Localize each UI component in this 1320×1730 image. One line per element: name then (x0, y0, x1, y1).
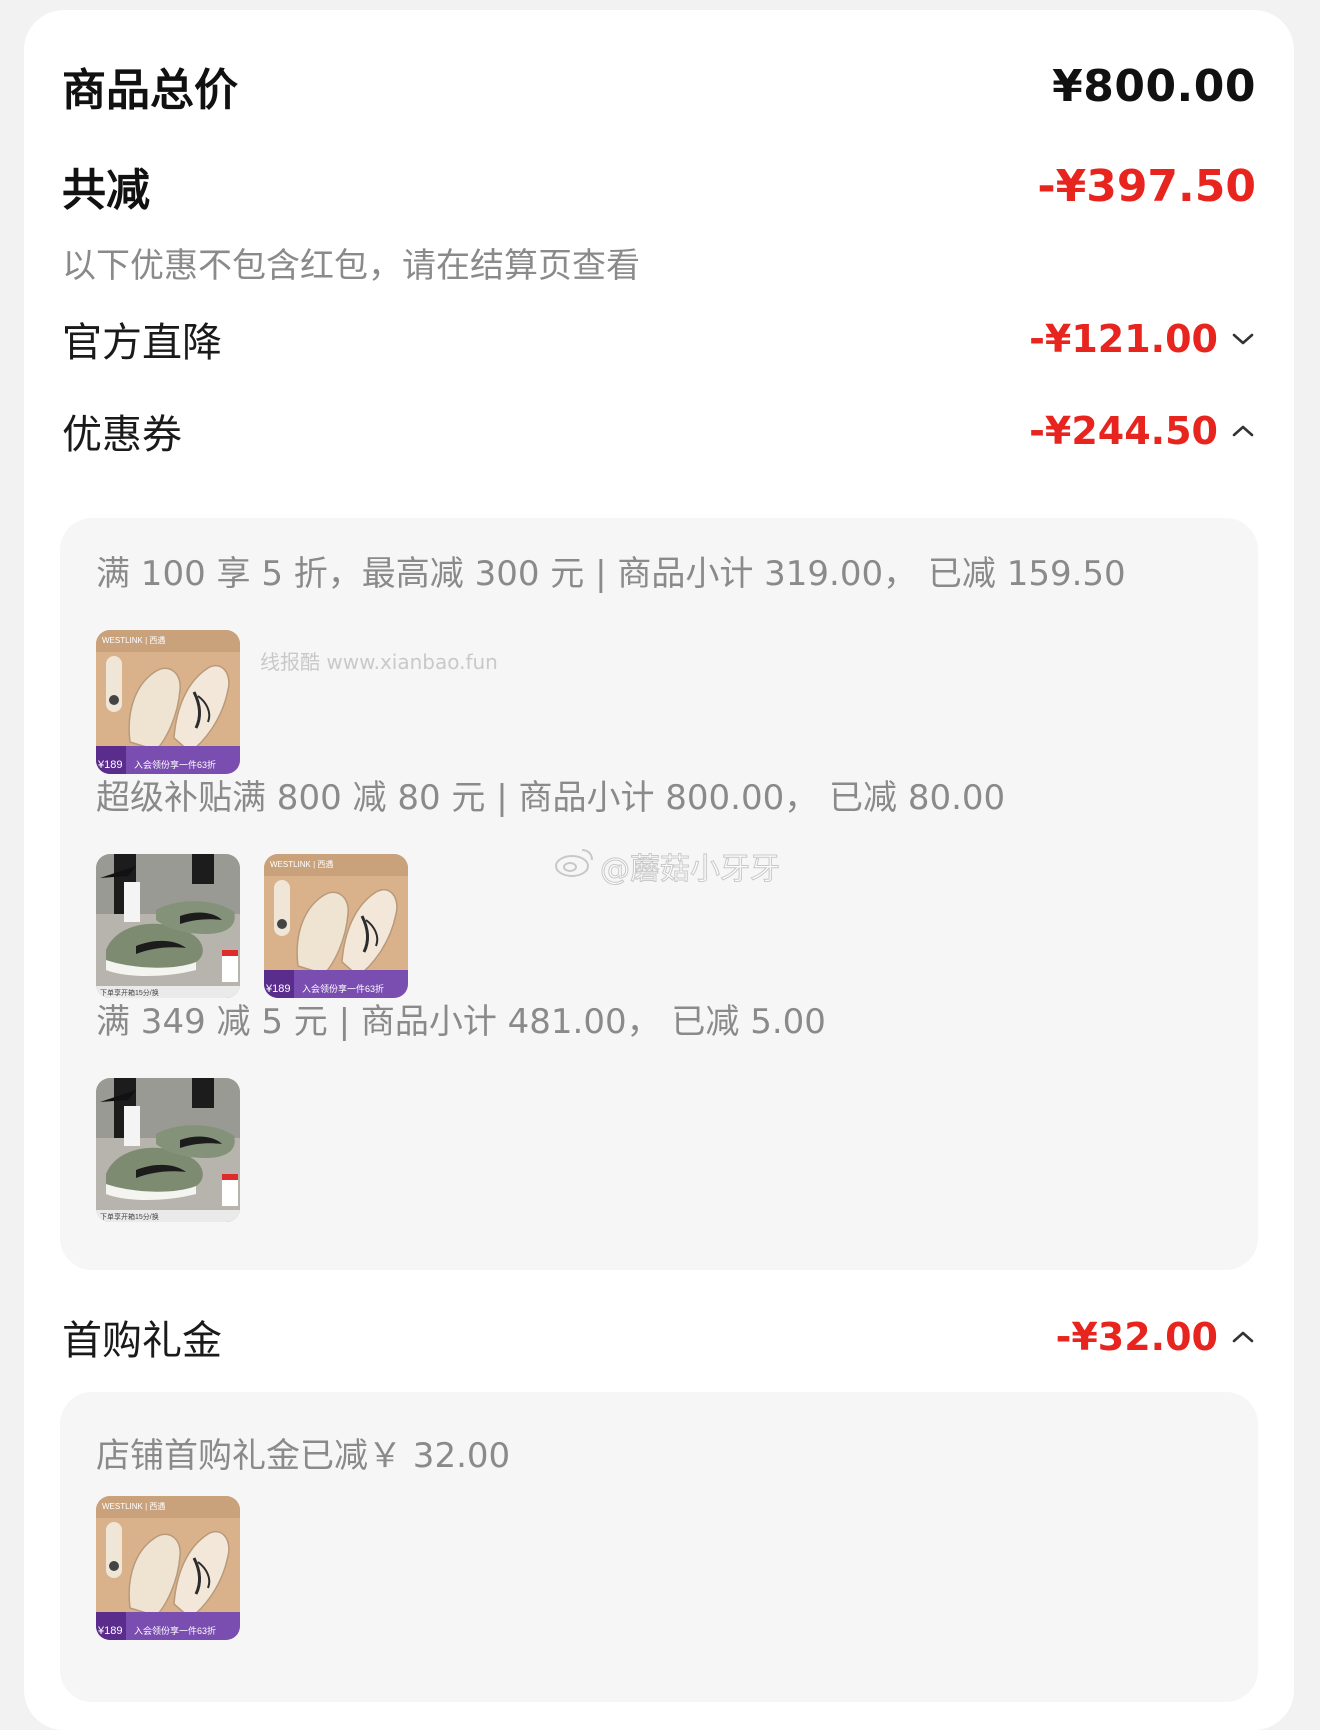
thumb-promo-text: 入会领份享一件63折 (302, 983, 384, 994)
thumb-banner-text: 下单享开箱15分/换 (100, 1212, 159, 1221)
coupon-rule-text: 超级补贴满 800 减 80 元 | 商品小计 800.00， 已减 80.00 (96, 778, 1006, 818)
coupon-discount-label: 优惠券 (62, 412, 182, 458)
total-reduction-value: -¥397.50 (1037, 160, 1256, 212)
first-purchase-gift-panel: 店铺首购礼金已减￥ 32.00 WESTLINK | 西遇 ¥189 入会领份享… (60, 1392, 1258, 1702)
site-watermark: 线报酷 www.xianbao.fun (260, 650, 498, 674)
first-purchase-gift-value: -¥32.00 (1055, 1315, 1218, 1359)
total-price-label: 商品总价 (62, 65, 238, 116)
product-thumbnail-beige-shoe[interactable]: WESTLINK | 西遇 ¥189 入会领份享一件63折 (96, 630, 240, 774)
official-discount-value: -¥121.00 (1029, 317, 1218, 361)
official-discount-label: 官方直降 (62, 320, 222, 366)
product-thumbnail-beige-shoe[interactable]: WESTLINK | 西遇 ¥189 入会领份享一件63折 (96, 1496, 240, 1640)
product-thumbnail-green-shoe[interactable]: 下单享开箱15分/换 (96, 1078, 240, 1222)
coupon-discount-value: -¥244.50 (1029, 409, 1218, 453)
total-price-value: ¥800.00 (1052, 60, 1256, 112)
discount-note: 以下优惠不包含红包，请在结算页查看 (62, 246, 640, 286)
weibo-logo-icon (554, 846, 594, 886)
price-breakdown-card: 商品总价 ¥800.00 共减 -¥397.50 以下优惠不包含红包，请在结算页… (24, 10, 1294, 1730)
chevron-down-icon[interactable] (1230, 326, 1256, 352)
total-reduction-label: 共减 (62, 165, 150, 216)
chevron-up-icon[interactable] (1230, 1324, 1256, 1350)
thumb-price-text: ¥189 (97, 1625, 122, 1637)
product-thumbnail-green-shoe[interactable]: 下单享开箱15分/换 (96, 854, 240, 998)
weibo-watermark: @蘑菇小牙牙 (554, 844, 781, 888)
weibo-watermark-text: @蘑菇小牙牙 (600, 852, 781, 888)
total-price-row: 商品总价 ¥800.00 (62, 54, 1256, 118)
chevron-up-icon[interactable] (1230, 418, 1256, 444)
total-reduction-row: 共减 -¥397.50 (62, 154, 1256, 218)
first-purchase-gift-label: 首购礼金 (62, 1318, 222, 1364)
coupon-rule-text: 满 100 享 5 折，最高减 300 元 | 商品小计 319.00， 已减 … (96, 554, 1126, 594)
coupon-detail-panel: 满 100 享 5 折，最高减 300 元 | 商品小计 319.00， 已减 … (60, 518, 1258, 1270)
product-thumbnail-beige-shoe[interactable]: WESTLINK | 西遇 ¥189 入会领份享一件63折 (264, 854, 408, 998)
thumb-promo-text: 入会领份享一件63折 (134, 759, 216, 770)
official-discount-row[interactable]: 官方直降 -¥121.00 (62, 310, 1256, 368)
thumb-brand-text: WESTLINK | 西遇 (102, 636, 165, 645)
first-purchase-gift-row[interactable]: 首购礼金 -¥32.00 (62, 1308, 1256, 1366)
coupon-discount-row[interactable]: 优惠券 -¥244.50 (62, 402, 1256, 460)
thumb-brand-text: WESTLINK | 西遇 (102, 1502, 165, 1511)
thumb-promo-text: 入会领份享一件63折 (134, 1625, 216, 1636)
thumb-brand-text: WESTLINK | 西遇 (270, 860, 333, 869)
first-purchase-gift-rule-text: 店铺首购礼金已减￥ 32.00 (96, 1436, 511, 1476)
coupon-rule-text: 满 349 减 5 元 | 商品小计 481.00， 已减 5.00 (96, 1002, 826, 1042)
